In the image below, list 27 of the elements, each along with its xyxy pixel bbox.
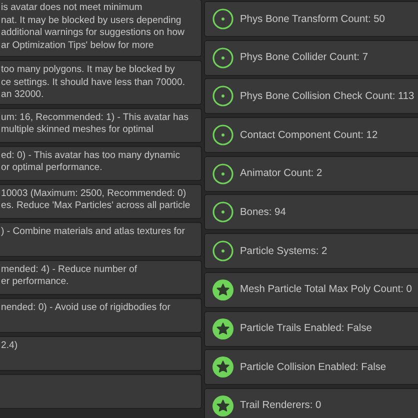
- message-text: too many polygons. It may be blocked by ce settings. It should have less than 70000. an 32000.: [1, 64, 186, 102]
- ring-dot-icon: [212, 85, 234, 108]
- message-text: ) - Combine materials and atlas textures for: [1, 226, 186, 238]
- message-text: 10003 (Maximum: 2500, Recommended: 0) es. Reduce 'Max Particles' across all particle: [1, 188, 192, 213]
- message-text: ed: 0) - This avatar has too many dynamic or optimal performance.: [1, 150, 181, 175]
- message-text: is avatar does not meet minimum nat. It may be blocked by users depending additional warnings for suggestions on how ar Optimization Tips' below for more: [1, 2, 186, 52]
- message-text: 2.4): [1, 340, 19, 352]
- stat-label: Phys Bone Collider Count: 7: [240, 52, 368, 64]
- stat-label: Animator Count: 2: [240, 168, 322, 180]
- stat-label: Bones: 94: [240, 206, 286, 218]
- message-text: nended: 0) - Avoid use of rigidbodies for: [1, 302, 172, 314]
- ring-dot-icon: [212, 201, 234, 224]
- stat-label: Particle Systems: 2: [240, 246, 328, 257]
- stat-label: Contact Component Count: 12: [240, 130, 378, 141]
- stat-label: Phys Bone Transform Count: 50: [240, 14, 385, 24]
- stat-label: Trail Renderers: 0: [240, 400, 322, 412]
- message-text: um: 16, Recommended: 1) - This avatar has multiple skinned meshes for optimal: [1, 112, 190, 137]
- ring-dot-icon: [212, 46, 234, 69]
- ring-dot-icon: [212, 162, 234, 185]
- ring-dot-icon: [212, 8, 234, 30]
- ring-dot-icon: [212, 124, 234, 146]
- message-text: mended: 4) - Reduce number of er performance.: [1, 264, 138, 289]
- stat-label: Particle Collision Enabled: False: [240, 362, 386, 373]
- ring-dot-icon: [212, 240, 234, 262]
- stat-label: Mesh Particle Total Max Poly Count: 0: [240, 284, 412, 296]
- stat-label: Phys Bone Collision Check Count: 113: [240, 90, 414, 102]
- stat-label: Particle Trails Enabled: False: [240, 323, 372, 334]
